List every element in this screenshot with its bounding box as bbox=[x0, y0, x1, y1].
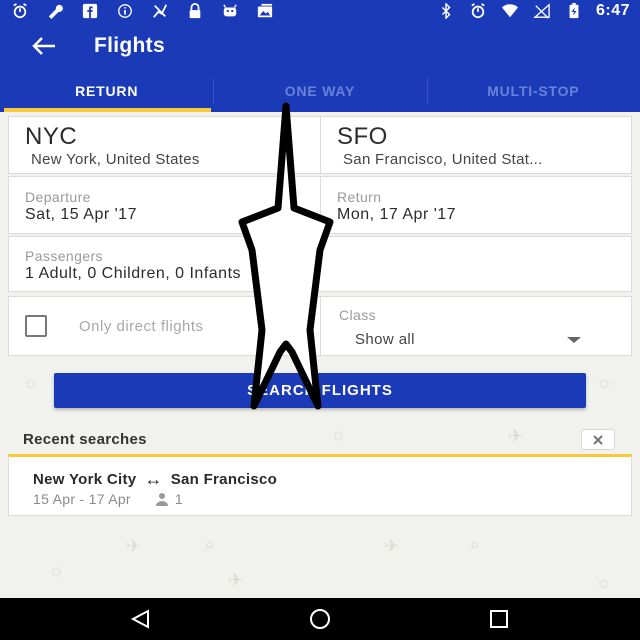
nav-recents-button[interactable] bbox=[484, 606, 514, 632]
lock-icon bbox=[185, 3, 205, 19]
sun-doodle-icon: ☼ bbox=[595, 572, 612, 592]
facebook-icon bbox=[80, 3, 100, 19]
class-dropdown[interactable]: Class Show all bbox=[320, 297, 631, 355]
destination-city: San Francisco, United Stat... bbox=[343, 151, 543, 168]
direct-flights-option[interactable]: Only direct flights bbox=[9, 297, 320, 355]
info-icon bbox=[115, 3, 135, 19]
system-nav-bar bbox=[0, 598, 640, 640]
sun-doodle-icon: ☼ bbox=[22, 372, 39, 392]
direct-flights-checkbox[interactable] bbox=[25, 315, 47, 337]
recent-details: 15 Apr - 17 Apr 1 bbox=[33, 491, 183, 507]
recent-route: New York City ↔ San Francisco bbox=[33, 469, 277, 490]
no-signal-icon bbox=[532, 3, 552, 19]
passengers-value: 1 Adult, 0 Children, 0 Infants bbox=[25, 265, 242, 282]
chevron-down-icon[interactable] bbox=[567, 337, 581, 343]
class-label: Class bbox=[339, 307, 377, 323]
photo-icon bbox=[255, 3, 275, 19]
tab-one-way[interactable]: ONE WAY bbox=[213, 70, 426, 112]
departure-value: Sat, 15 Apr '17 bbox=[25, 206, 137, 223]
recent-search-item[interactable]: New York City ↔ San Francisco 15 Apr - 1… bbox=[8, 454, 632, 516]
android-icon bbox=[220, 3, 240, 19]
nav-back-button[interactable] bbox=[126, 606, 156, 632]
nav-home-button[interactable] bbox=[305, 606, 335, 632]
back-arrow-icon bbox=[32, 37, 55, 55]
search-flights-button[interactable]: SEARCH FLIGHTS bbox=[54, 373, 586, 408]
sun-doodle-icon: ☼ bbox=[330, 424, 347, 444]
passengers-field[interactable]: Passengers 1 Adult, 0 Children, 0 Infant… bbox=[8, 236, 632, 292]
search-doodle-icon: ⌕ bbox=[470, 534, 481, 554]
alarm-icon bbox=[468, 3, 488, 19]
status-bar: 6:47 bbox=[0, 0, 640, 22]
sun-doodle-icon: ☼ bbox=[48, 560, 65, 580]
back-icon bbox=[130, 609, 149, 629]
wifi-icon bbox=[500, 3, 520, 19]
recents-icon bbox=[490, 610, 508, 628]
origin-city: New York, United States bbox=[31, 151, 200, 168]
search-doodle-icon: ⌕ bbox=[205, 534, 216, 554]
plane-doodle-icon: ✈ bbox=[126, 536, 142, 556]
tab-return[interactable]: RETURN bbox=[0, 70, 213, 112]
plane-doodle-icon: ✈ bbox=[384, 536, 400, 556]
recent-dates: 15 Apr - 17 Apr bbox=[33, 491, 131, 507]
sun-doodle-icon: ☼ bbox=[596, 372, 613, 392]
close-icon bbox=[593, 434, 603, 445]
bluetooth-icon bbox=[436, 3, 456, 19]
origin-field[interactable]: NYC New York, United States bbox=[9, 117, 320, 173]
origin-code: NYC bbox=[25, 123, 78, 150]
direct-flights-label: Only direct flights bbox=[79, 318, 204, 335]
app-bar: Flights bbox=[0, 22, 640, 70]
plane-doodle-icon: ✈ bbox=[508, 426, 524, 446]
departure-label: Departure bbox=[25, 189, 91, 205]
destination-code: SFO bbox=[337, 123, 388, 150]
back-button[interactable] bbox=[24, 26, 64, 66]
passengers-label: Passengers bbox=[25, 248, 103, 264]
departure-field[interactable]: Departure Sat, 15 Apr '17 bbox=[9, 177, 320, 233]
person-icon bbox=[155, 492, 171, 506]
battery-icon bbox=[564, 3, 584, 19]
plane-doodle-icon: ✈ bbox=[228, 570, 244, 590]
recent-from: New York City bbox=[33, 471, 137, 488]
recent-searches-title: Recent searches bbox=[23, 431, 147, 448]
trip-type-tabs: RETURN ONE WAY MULTI-STOP bbox=[0, 70, 640, 112]
class-value[interactable]: Show all bbox=[355, 331, 415, 348]
recent-to: San Francisco bbox=[170, 471, 278, 488]
clear-recent-button[interactable] bbox=[581, 429, 615, 450]
return-field[interactable]: Return Mon, 17 Apr '17 bbox=[320, 177, 631, 233]
recent-passenger-count: 1 bbox=[174, 491, 183, 507]
status-time: 6:47 bbox=[595, 2, 630, 19]
route-card: NYC New York, United States SFO San Fran… bbox=[8, 116, 632, 174]
options-card: Only direct flights Class Show all bbox=[8, 296, 632, 356]
dates-card: Departure Sat, 15 Apr '17 Return Mon, 17… bbox=[8, 176, 632, 234]
ban-icon bbox=[150, 3, 170, 19]
destination-field[interactable]: SFO San Francisco, United Stat... bbox=[320, 117, 631, 173]
home-icon bbox=[310, 609, 330, 629]
return-value: Mon, 17 Apr '17 bbox=[337, 206, 457, 223]
page-title: Flights bbox=[94, 34, 165, 57]
round-trip-arrow-icon: ↔ bbox=[144, 469, 163, 489]
alarm-icon bbox=[10, 3, 30, 19]
return-label: Return bbox=[337, 189, 382, 205]
wrench-icon bbox=[45, 3, 65, 19]
tab-multi-stop[interactable]: MULTI-STOP bbox=[426, 70, 640, 112]
